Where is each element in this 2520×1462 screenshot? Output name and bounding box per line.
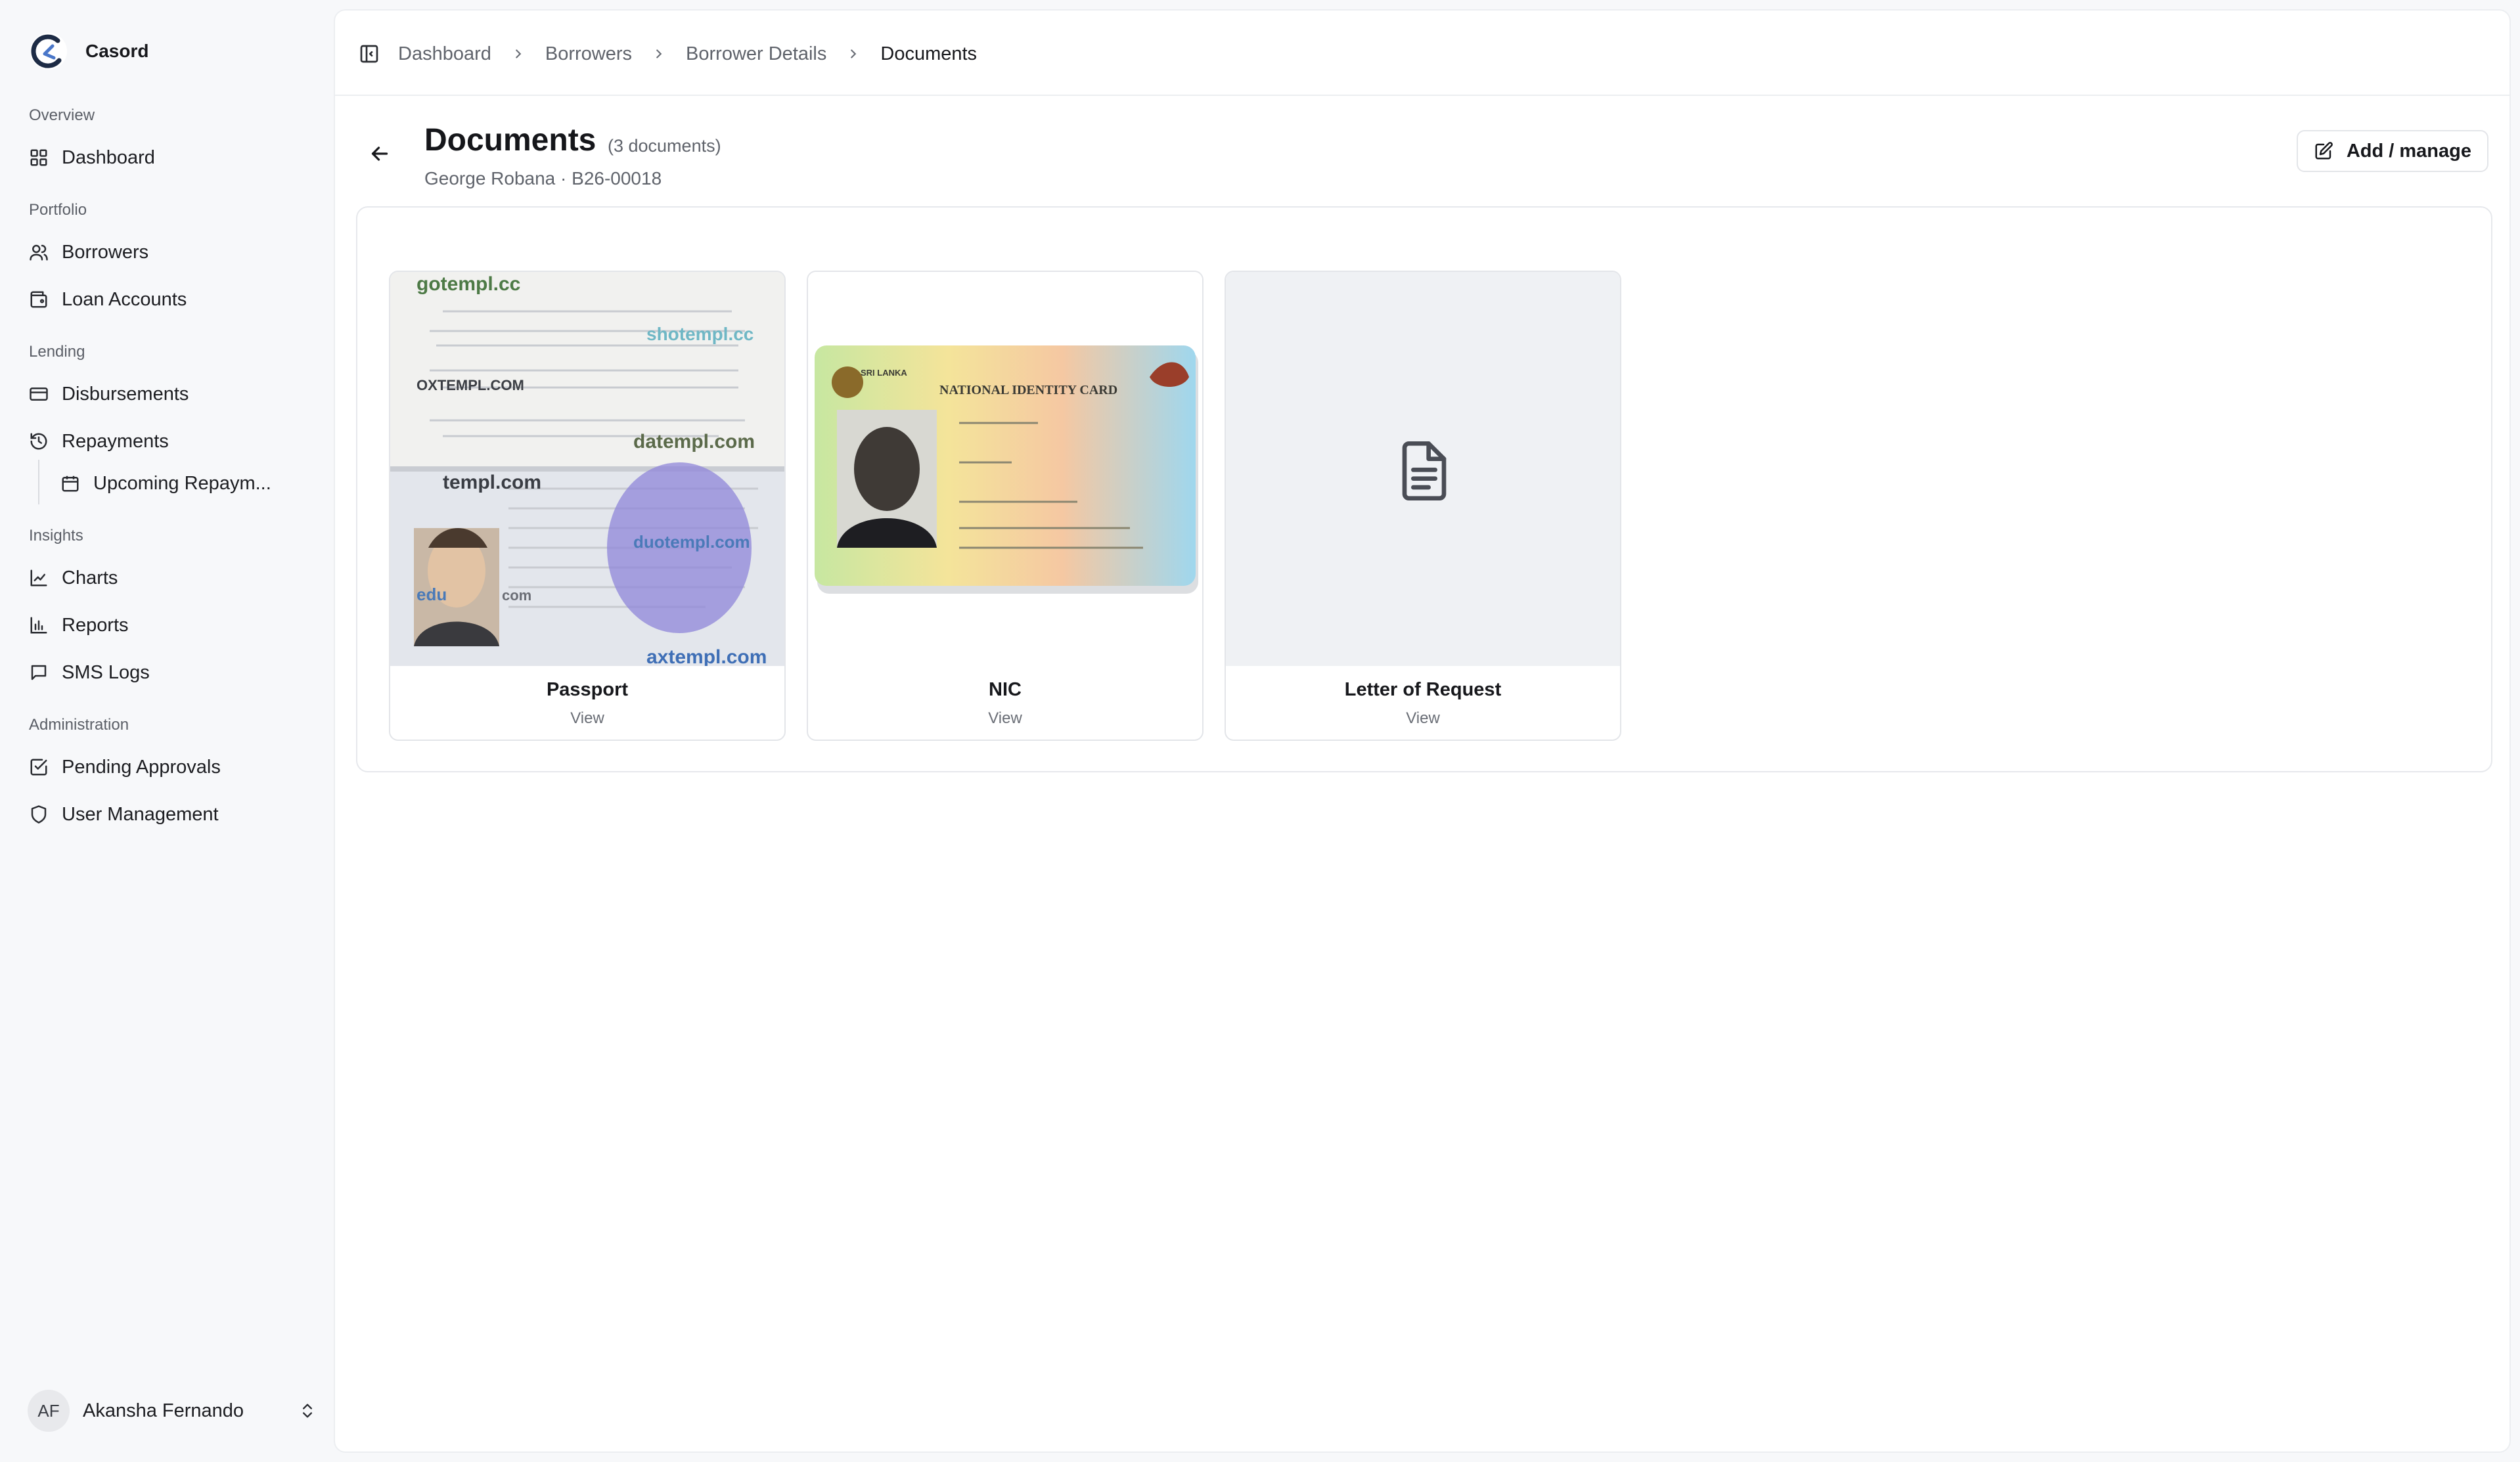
bar-chart-icon bbox=[30, 617, 47, 634]
document-name: Passport bbox=[546, 679, 629, 700]
submenu-guide-line bbox=[38, 460, 39, 504]
nav-group-overview: Overview bbox=[29, 106, 95, 124]
watermark-5: templ.com bbox=[443, 472, 541, 493]
borrower-subtitle: George Robana · B26-00018 bbox=[424, 168, 662, 188]
passport-thumbnail: gotempl.cc shotempl.cc OXTEMPL.COM datem… bbox=[390, 272, 784, 666]
document-count: (3 documents) bbox=[608, 136, 721, 156]
sidebar-item-label: Borrowers bbox=[62, 241, 149, 263]
breadcrumb: Dashboard Borrowers Borrower Details Doc… bbox=[398, 39, 977, 68]
breadcrumb-dashboard[interactable]: Dashboard bbox=[398, 43, 491, 65]
sidebar-item-label: Repayments bbox=[62, 430, 169, 452]
document-name: Letter of Request bbox=[1344, 679, 1502, 700]
history-icon bbox=[30, 433, 47, 450]
breadcrumb-documents: Documents bbox=[880, 43, 978, 64]
grid-icon bbox=[30, 149, 47, 166]
page-title: Documents bbox=[424, 123, 596, 158]
nav-group-lending: Lending bbox=[29, 343, 85, 361]
chevron-right-icon bbox=[656, 49, 662, 58]
watermark-3: OXTEMPL.COM bbox=[416, 377, 524, 393]
card-icon bbox=[30, 388, 48, 401]
edit-icon bbox=[2315, 142, 2333, 160]
document-view-link[interactable]: View bbox=[390, 709, 784, 728]
back-arrow-icon[interactable] bbox=[368, 142, 392, 166]
sidebar-item-label: Upcoming Repaym... bbox=[93, 472, 271, 494]
watermark-4: datempl.com bbox=[633, 431, 755, 453]
nav-group-portfolio: Portfolio bbox=[29, 201, 87, 219]
breadcrumb-borrower-details[interactable]: Borrower Details bbox=[686, 43, 826, 65]
document-card-passport[interactable]: gotempl.cc shotempl.cc OXTEMPL.COM datem… bbox=[389, 271, 786, 741]
sidebar: Casord Overview Dashboard Portfolio Borr… bbox=[0, 0, 334, 1462]
sidebar-item-user-management[interactable]: User Management bbox=[29, 796, 318, 833]
add-manage-button[interactable]: Add / manage bbox=[2296, 130, 2488, 172]
casord-logo-icon bbox=[30, 33, 67, 70]
line-chart-icon bbox=[30, 569, 47, 587]
document-name: NIC bbox=[989, 679, 1022, 700]
file-text-icon bbox=[1402, 441, 1447, 500]
watermark-9: duotempl.com bbox=[633, 532, 750, 552]
nav-group-insights: Insights bbox=[29, 527, 83, 544]
chevrons-up-down-icon bbox=[303, 1404, 312, 1418]
chevron-right-icon bbox=[851, 49, 857, 58]
sidebar-item-pending-approvals[interactable]: Pending Approvals bbox=[29, 749, 318, 786]
calendar-icon bbox=[62, 476, 79, 492]
breadcrumb-borrowers[interactable]: Borrowers bbox=[545, 43, 632, 65]
message-icon bbox=[31, 665, 47, 680]
shield-icon bbox=[31, 805, 47, 824]
sidebar-item-label: Charts bbox=[62, 567, 118, 588]
sidebar-item-disbursements[interactable]: Disbursements bbox=[29, 376, 318, 412]
sidebar-item-label: User Management bbox=[62, 803, 219, 825]
wallet-icon bbox=[30, 291, 47, 308]
document-view-link[interactable]: View bbox=[808, 709, 1202, 728]
nic-country: SRI LANKA bbox=[861, 368, 907, 378]
brand-name: Casord bbox=[85, 41, 149, 61]
nic-card-title: NATIONAL IDENTITY CARD bbox=[939, 383, 1117, 397]
users-icon bbox=[30, 244, 48, 261]
nic-thumbnail: SRI LANKA NATIONAL IDENTITY CARD bbox=[808, 272, 1202, 666]
watermark-1: gotempl.cc bbox=[416, 273, 520, 295]
chevron-right-icon bbox=[516, 49, 522, 58]
add-manage-label: Add / manage bbox=[2346, 140, 2471, 162]
sidebar-item-repayments[interactable]: Repayments bbox=[29, 423, 318, 460]
watermark-6: edu bbox=[416, 585, 447, 604]
sidebar-item-label: Pending Approvals bbox=[62, 756, 221, 778]
watermark-8: axtempl.com bbox=[646, 646, 767, 666]
sidebar-item-borrowers[interactable]: Borrowers bbox=[29, 234, 318, 271]
sidebar-item-dashboard[interactable]: Dashboard bbox=[29, 139, 318, 176]
sidebar-toggle-icon[interactable] bbox=[359, 43, 380, 64]
brand[interactable]: Casord bbox=[29, 32, 148, 71]
sidebar-item-label: Loan Accounts bbox=[62, 288, 187, 310]
sidebar-item-sms-logs[interactable]: SMS Logs bbox=[29, 654, 318, 691]
document-card-letter-of-request[interactable]: Letter of Request View bbox=[1225, 271, 1621, 741]
sidebar-item-label: Dashboard bbox=[62, 146, 155, 168]
document-view-link[interactable]: View bbox=[1226, 709, 1620, 728]
document-card-nic[interactable]: SRI LANKA NATIONAL IDENTITY CARD NIC Vie… bbox=[807, 271, 1204, 741]
avatar: AF bbox=[28, 1390, 70, 1432]
sidebar-item-upcoming-repayments[interactable]: Upcoming Repaym... bbox=[60, 465, 277, 502]
watermark-2: shotempl.cc bbox=[646, 324, 754, 344]
letter-thumbnail bbox=[1226, 272, 1620, 666]
passport-image: gotempl.cc shotempl.cc OXTEMPL.COM datem… bbox=[390, 272, 784, 666]
documents-panel: gotempl.cc shotempl.cc OXTEMPL.COM datem… bbox=[356, 206, 2492, 772]
sidebar-item-label: Reports bbox=[62, 614, 129, 636]
sidebar-item-label: Disbursements bbox=[62, 383, 189, 405]
sidebar-item-label: SMS Logs bbox=[62, 661, 150, 683]
topbar: Dashboard Borrowers Borrower Details Doc… bbox=[335, 11, 2509, 96]
main-content: Dashboard Borrowers Borrower Details Doc… bbox=[334, 9, 2511, 1453]
user-menu[interactable]: AF Akansha Fernando bbox=[28, 1390, 317, 1432]
user-name: Akansha Fernando bbox=[83, 1400, 244, 1421]
sidebar-item-charts[interactable]: Charts bbox=[29, 560, 318, 596]
sidebar-item-reports[interactable]: Reports bbox=[29, 607, 318, 644]
watermark-7: com bbox=[502, 587, 531, 604]
nav-group-administration: Administration bbox=[29, 716, 129, 734]
check-square-icon bbox=[30, 759, 47, 776]
nic-image: SRI LANKA NATIONAL IDENTITY CARD bbox=[815, 345, 1198, 594]
sidebar-item-loan-accounts[interactable]: Loan Accounts bbox=[29, 281, 318, 318]
